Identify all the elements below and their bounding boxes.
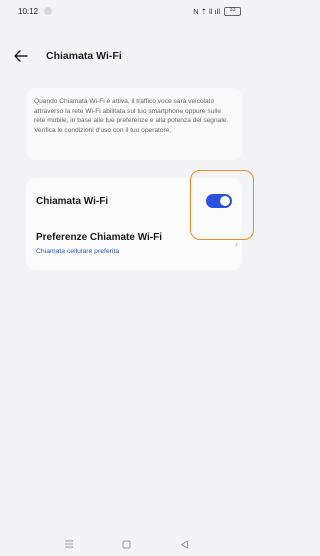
wifi-calling-row[interactable]: Chiamata Wi-Fi (26, 178, 242, 224)
toggle-knob (220, 196, 230, 206)
arrow-left-icon (14, 50, 28, 62)
battery-icon: 33 (224, 6, 241, 16)
preferences-label: Preferenze Chiamate Wi-Fi (36, 232, 163, 243)
wifi-calling-preferences-row[interactable]: Preferenze Chiamate Wi-Fi Chiamata cellu… (26, 228, 242, 264)
nav-home-button[interactable] (116, 536, 136, 552)
system-nav-bar (0, 532, 253, 556)
status-icons: N ⇡ ll ıll 33 (193, 6, 241, 16)
nav-menu-button[interactable] (59, 536, 79, 552)
home-square-icon (122, 540, 131, 548)
back-triangle-icon (180, 540, 188, 548)
battery-level: 33 (229, 7, 236, 14)
status-bar: 10:12 N ⇡ ll ıll 33 (0, 0, 253, 22)
chevron-right-icon: › (234, 239, 238, 250)
wifi-calling-toggle[interactable] (206, 194, 232, 208)
header: Chiamata Wi-Fi (0, 44, 253, 68)
notification-dot-icon (44, 7, 53, 15)
settings-card: Chiamata Wi-Fi Preferenze Chiamate Wi-Fi… (26, 178, 242, 270)
info-text: Quando Chiamata Wi-Fi è attiva, il traff… (34, 98, 229, 134)
preferences-value: Chiamata cellulare preferita (36, 248, 120, 255)
status-time: 10:12 (18, 6, 39, 16)
back-button[interactable] (12, 47, 30, 65)
page-title: Chiamata Wi-Fi (46, 50, 122, 62)
nav-back-button[interactable] (174, 536, 194, 552)
menu-icon (64, 540, 73, 548)
network-icons-text: N ⇡ ll ıll (193, 6, 220, 16)
info-card: Quando Chiamata Wi-Fi è attiva, il traff… (26, 88, 242, 160)
wifi-calling-label: Chiamata Wi-Fi (36, 195, 109, 207)
status-left: 10:12 (18, 6, 53, 16)
